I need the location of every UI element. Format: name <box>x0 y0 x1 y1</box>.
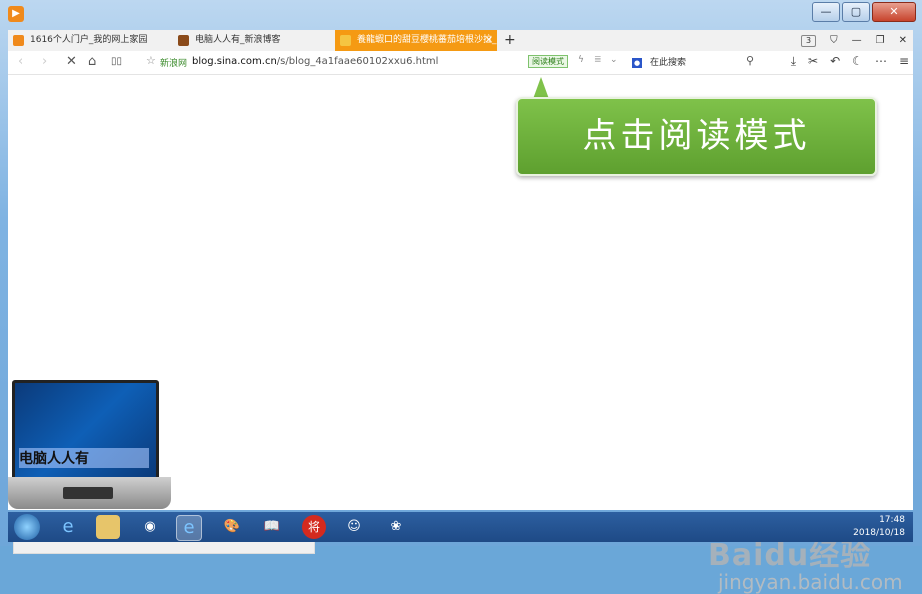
tab-sina-blog[interactable]: 电脑人人有_新浪博客 <box>173 30 335 51</box>
bookmark-star-icon[interactable]: ☆ <box>146 54 156 67</box>
url-path: /s/blog_4a1faae60102xxu6.html <box>276 56 439 67</box>
lightning-icon[interactable]: ϟ <box>578 55 584 65</box>
tab-1616[interactable]: 1616个人门户_我的网上家园 <box>8 30 173 51</box>
home-icon[interactable]: ⌂ <box>88 54 96 70</box>
chevron-down-icon[interactable]: ⌄ <box>610 55 618 65</box>
url-domain: blog.sina.com.cn <box>192 56 277 67</box>
folder-icon[interactable] <box>96 515 120 539</box>
navigation-bar: ‹ › ✕ ⌂ ▯▯ ☆ 新浪网 blog.sina.com.cn/s/blog… <box>8 51 913 75</box>
watermark-url: jingyan.baidu.com <box>718 570 903 594</box>
more-icon[interactable]: ⋯ <box>875 54 887 69</box>
search-placeholder: 在此搜索 <box>650 58 687 68</box>
tab-bar: 1616个人门户_我的网上家园 电脑人人有_新浪博客 養龍蝦口的甜豆櫻桃蕃茄培根… <box>8 30 913 52</box>
tabbar-minimize-button[interactable]: — <box>852 35 862 46</box>
horizontal-scrollbar[interactable] <box>13 540 315 554</box>
hamburger-menu-icon[interactable]: ≡ <box>899 54 909 69</box>
toolbar-right: ⤓ ✂ ↶ ☾ ⋯ ≡ <box>791 54 909 69</box>
site-favicon-icon <box>13 35 24 46</box>
play-icon[interactable]: ▶ <box>8 6 24 22</box>
notes-icon[interactable]: 📖 <box>260 515 284 539</box>
maximize-button[interactable]: ▢ <box>842 2 870 22</box>
read-mode-callout: 点击阅读模式 <box>516 97 877 176</box>
night-mode-icon[interactable]: ☾ <box>852 54 863 69</box>
taskbar: e ◉ e 🎨 📖 将 ☺ ❀ 17:48 2018/10/18 <box>8 512 913 542</box>
tab-label: 養龍蝦口的甜豆櫻桃蕃茄培根沙拉_E <box>357 35 497 45</box>
reading-list-icon[interactable]: ▯▯ <box>111 54 122 70</box>
cloud-icon[interactable]: ❀ <box>384 515 408 539</box>
browser-window: ▶ — ▢ ✕ 1616个人门户_我的网上家园 电脑人人有_新浪博客 養龍蝦口的… <box>0 0 922 594</box>
tab-label: 1616个人门户_我的网上家园 <box>30 35 148 45</box>
scissors-icon[interactable]: ✂ <box>808 54 818 69</box>
forward-icon[interactable]: › <box>42 54 47 70</box>
minimize-button[interactable]: — <box>812 2 840 22</box>
window-controls: — ▢ ✕ <box>812 2 916 22</box>
tab-label: 电脑人人有_新浪博客 <box>195 35 281 45</box>
site-name: 新浪网 <box>160 59 188 69</box>
back-icon[interactable]: ‹ <box>18 54 23 70</box>
tabbar-restore-button[interactable]: ❐ <box>876 35 885 46</box>
clock-time[interactable]: 17:48 <box>853 514 905 527</box>
chess-icon[interactable]: 将 <box>302 515 326 539</box>
skin-icon[interactable]: ⛉ <box>830 35 838 46</box>
title-bar: ▶ — ▢ ✕ <box>0 0 922 28</box>
download-icon[interactable]: ⤓ <box>791 54 796 69</box>
search-icon[interactable]: ⚲ <box>746 54 754 67</box>
callout-pointer <box>533 77 549 99</box>
ie-icon[interactable]: e <box>56 515 80 539</box>
laptop-label: 电脑人人有 <box>19 448 149 468</box>
address-bar[interactable]: blog.sina.com.cn/s/blog_4a1faae60102xxu6… <box>192 56 438 67</box>
clock-date[interactable]: 2018/10/18 <box>853 527 905 540</box>
start-button[interactable] <box>14 514 40 540</box>
laptop-base <box>8 477 171 509</box>
tab-close-icon[interactable]: ✕ <box>485 30 493 51</box>
media-player-icon[interactable]: ◉ <box>138 515 162 539</box>
site-favicon-icon <box>340 35 351 46</box>
paint-icon[interactable]: 🎨 <box>220 515 244 539</box>
watermark-brand: Baidu经验 <box>708 538 872 573</box>
search-box[interactable]: ● 在此搜索 <box>632 55 686 68</box>
game-icon[interactable]: ☺ <box>342 515 366 539</box>
undo-icon[interactable]: ↶ <box>830 54 840 69</box>
menu-icon[interactable]: ≣ <box>594 55 602 65</box>
system-tray: 17:48 2018/10/18 <box>853 514 905 540</box>
site-favicon-icon <box>178 35 189 46</box>
baidu-paw-icon: ● <box>632 58 642 68</box>
tab-count-badge[interactable]: 3 <box>801 34 817 47</box>
stop-icon[interactable]: ✕ <box>66 54 77 70</box>
read-mode-button[interactable]: 阅读模式 <box>528 55 568 68</box>
tab-bar-controls: 3 ⛉ — ❐ ✕ <box>801 30 907 51</box>
laptop-touchpad <box>63 487 113 499</box>
tabbar-close-button[interactable]: ✕ <box>899 35 907 46</box>
new-tab-button[interactable]: + <box>504 30 516 50</box>
laptop-logo: 电脑人人有 <box>8 380 173 510</box>
laptop-screen: 电脑人人有 <box>12 380 159 481</box>
close-button[interactable]: ✕ <box>872 2 916 22</box>
tab-active-article[interactable]: 養龍蝦口的甜豆櫻桃蕃茄培根沙拉_E ✕ <box>335 30 497 51</box>
browser-taskbar-icon[interactable]: e <box>176 515 202 541</box>
